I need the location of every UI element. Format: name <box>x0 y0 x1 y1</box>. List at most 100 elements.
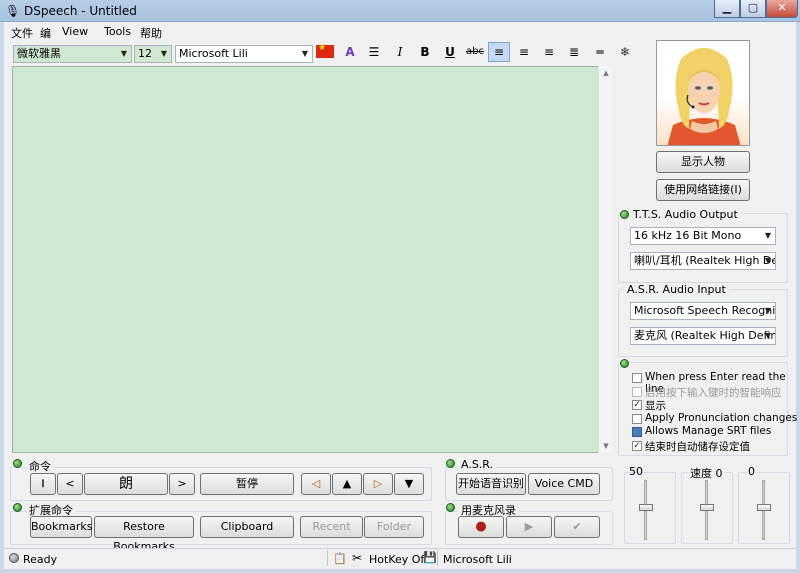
list-icon[interactable]: ☰ <box>363 42 385 62</box>
tts-format-value: 16 kHz 16 Bit Mono <box>634 229 742 242</box>
arrow-up-icon: ▲ <box>342 477 352 490</box>
option-checkbox-pronunciation[interactable] <box>632 414 642 424</box>
vertical-scrollbar[interactable]: ▲ ▼ <box>598 66 612 453</box>
tts-device-combo[interactable]: 喇叭/耳机 (Realtek High Defi ▼ <box>630 252 776 270</box>
asr-input-title: A.S.R. Audio Input <box>624 283 729 296</box>
font-name-combo[interactable]: 微软雅黑 ▼ <box>13 45 132 63</box>
tts-output-group <box>618 213 788 283</box>
previous-button[interactable]: < <box>57 473 83 495</box>
show-character-button[interactable]: 显示人物 <box>656 151 750 173</box>
font-size-value: 12 <box>138 47 152 60</box>
menu-view[interactable]: View <box>62 25 88 38</box>
italic-icon[interactable]: I <box>389 42 411 62</box>
asr-device-combo[interactable]: 麦克风 (Realtek High Definiti ▼ <box>630 327 776 345</box>
scroll-down-icon[interactable]: ▼ <box>599 439 613 453</box>
justify-icon[interactable]: ≣ <box>563 42 585 62</box>
status-indicator-icon <box>9 553 19 563</box>
character-portrait <box>656 40 750 146</box>
status-separator <box>437 550 438 566</box>
option-checkbox-srt[interactable] <box>632 427 642 437</box>
slower-button[interactable]: ◁ <box>301 473 331 495</box>
volume-label: 50 <box>629 465 643 478</box>
option-checkbox-read-line[interactable] <box>632 373 642 383</box>
option-label: Allows Manage SRT files <box>645 425 772 437</box>
read-button[interactable]: 朗 <box>84 473 168 495</box>
restore-bookmarks-button[interactable]: Restore Bookmarks <box>94 516 194 553</box>
menu-file[interactable]: 文件 <box>11 25 33 41</box>
status-dot-icon <box>13 459 22 468</box>
window-title: DSpeech - Untitled <box>24 4 137 18</box>
close-button[interactable]: ✕ <box>766 0 798 18</box>
voice-value: Microsoft Lili <box>179 47 248 60</box>
option-label: 显示 <box>645 400 666 412</box>
align-center-icon[interactable]: ≡ <box>513 42 535 62</box>
record-icon: ● <box>475 519 487 534</box>
arrow-left-icon: < <box>65 477 75 490</box>
strikethrough-icon[interactable]: abc <box>464 42 486 62</box>
asr-title: A.S.R. <box>458 458 497 471</box>
asr-input-group <box>618 289 788 357</box>
menu-help[interactable]: 帮助 <box>140 25 162 41</box>
record-button[interactable]: ● <box>458 516 504 538</box>
chevron-down-icon: ▼ <box>301 49 309 58</box>
asr-engine-combo[interactable]: Microsoft Speech Recognize ▼ <box>630 302 776 320</box>
align-right-icon[interactable]: ≡ <box>538 42 560 62</box>
option-checkbox-autosave[interactable] <box>632 441 642 451</box>
font-color-icon[interactable]: A <box>339 42 361 62</box>
asr-device-value: 麦克风 (Realtek High Definiti <box>634 329 776 342</box>
status-dot-icon <box>620 359 629 368</box>
menu-tools[interactable]: Tools <box>104 25 131 38</box>
next-button[interactable]: > <box>169 473 195 495</box>
record-stop-icon: ⏽ <box>38 477 48 490</box>
font-size-combo[interactable]: 12 ▼ <box>134 45 172 63</box>
option-label: 结束时自动储存设定值 <box>645 441 750 453</box>
hotkey-status: HotKey Off <box>369 553 428 566</box>
pitch-slider-thumb[interactable] <box>757 504 771 511</box>
save-icon: 💾 <box>423 551 437 564</box>
scroll-up-icon[interactable]: ▲ <box>599 66 613 80</box>
menu-edit[interactable]: 编 <box>40 25 51 41</box>
option-checkbox-show[interactable] <box>632 400 642 410</box>
faster-button[interactable]: ▷ <box>363 473 393 495</box>
arrow-right-icon: ▷ <box>373 477 383 490</box>
down-button[interactable]: ▼ <box>394 473 424 495</box>
maximize-button[interactable]: ▢ <box>740 0 766 18</box>
app-icon: 🎙 <box>5 4 21 18</box>
snowflake-icon[interactable]: ❄ <box>614 42 636 62</box>
text-editor[interactable] <box>12 66 612 453</box>
start-speech-recognition-button[interactable]: 开始语音识别 <box>456 473 526 495</box>
confirm-button[interactable]: ✔ <box>554 516 600 538</box>
recent-button[interactable]: Recent <box>300 516 363 538</box>
option-checkbox-smart-response[interactable] <box>632 387 642 397</box>
bookmarks-button[interactable]: Bookmarks <box>30 516 92 538</box>
underline-icon[interactable]: U <box>439 42 461 62</box>
use-network-button[interactable]: 使用网络链接(I) <box>656 179 750 201</box>
speed-slider-thumb[interactable] <box>700 504 714 511</box>
status-dot-icon <box>446 503 455 512</box>
pitch-label: 0 <box>746 465 757 478</box>
horizontal-line-icon[interactable]: ═ <box>589 42 611 62</box>
tts-device-value: 喇叭/耳机 (Realtek High Defi <box>634 254 776 267</box>
pause-button[interactable]: 暂停 <box>200 473 294 495</box>
arrow-down-icon: ▼ <box>404 477 414 490</box>
status-dot-icon <box>446 459 455 468</box>
voice-cmd-button[interactable]: Voice CMD <box>528 473 600 495</box>
asr-engine-value: Microsoft Speech Recognize <box>634 304 776 317</box>
up-button[interactable]: ▲ <box>332 473 362 495</box>
tts-output-title: T.T.S. Audio Output <box>630 208 741 221</box>
folder-button[interactable]: Folder <box>364 516 424 538</box>
bold-icon[interactable]: B <box>414 42 436 62</box>
volume-slider-thumb[interactable] <box>639 504 653 511</box>
voice-combo[interactable]: Microsoft Lili ▼ <box>175 45 313 63</box>
stop-read-button[interactable]: ⏽ <box>30 473 56 495</box>
play-icon: ▶ <box>524 520 534 533</box>
language-flag-icon[interactable]: ★ <box>316 43 334 58</box>
align-left-icon[interactable]: ≡ <box>488 42 510 62</box>
play-button[interactable]: ▶ <box>506 516 552 538</box>
status-text: Ready <box>23 553 58 566</box>
minimize-button[interactable]: ▁ <box>714 0 740 18</box>
chevron-down-icon: ▼ <box>764 306 772 315</box>
tts-format-combo[interactable]: 16 kHz 16 Bit Mono ▼ <box>630 227 776 245</box>
checkmark-icon: ✔ <box>572 520 582 533</box>
clipboard-button[interactable]: Clipboard <box>200 516 294 538</box>
